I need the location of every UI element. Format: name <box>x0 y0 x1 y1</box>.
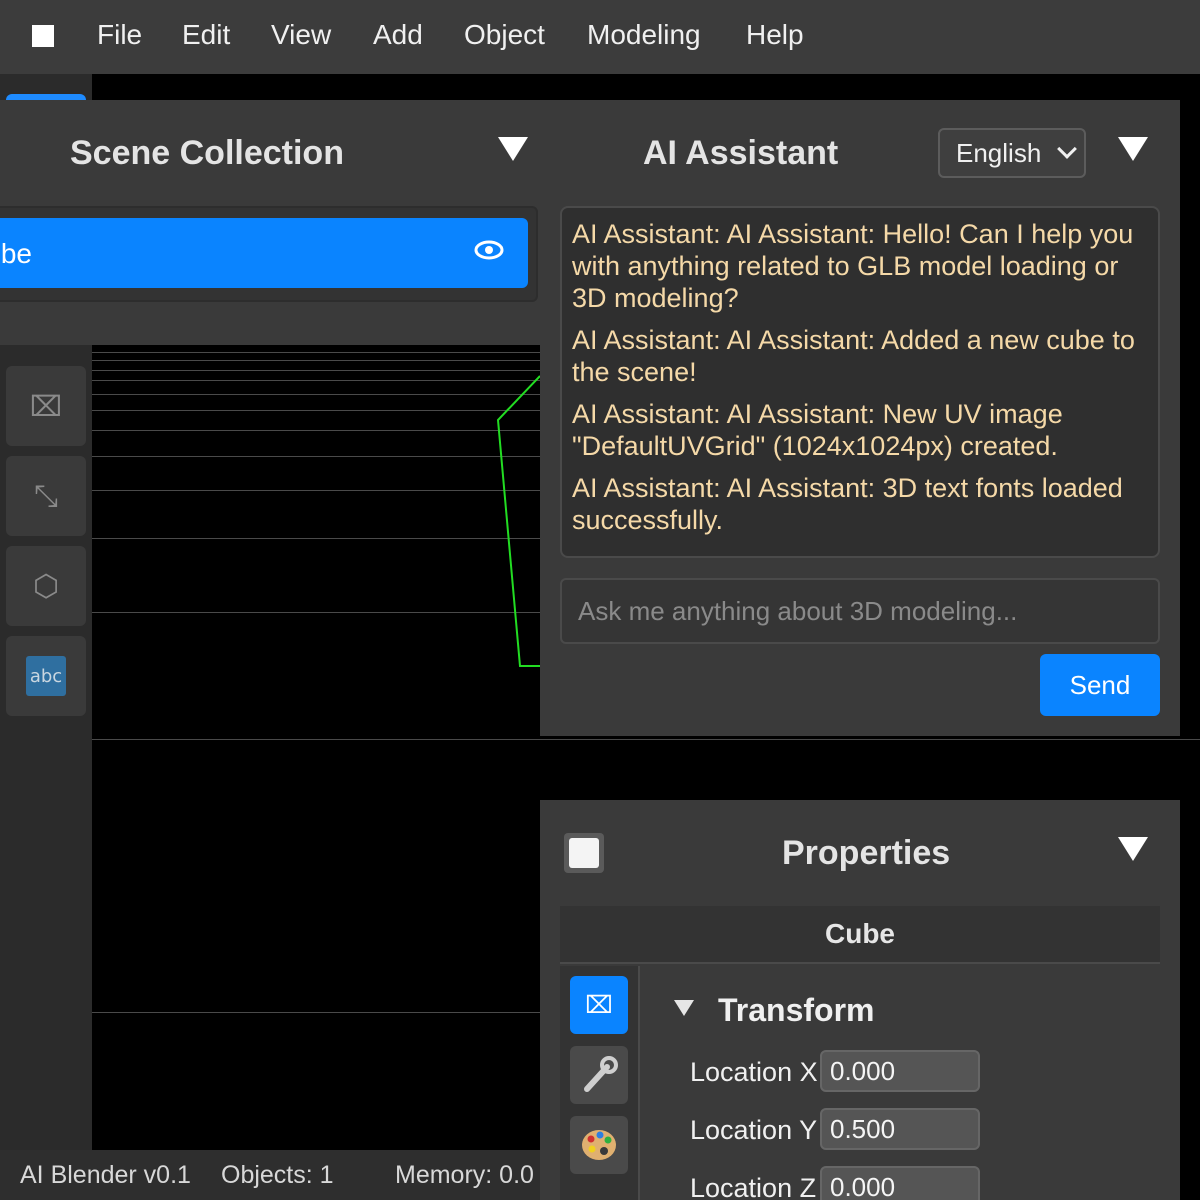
text-abc-icon: abc <box>26 656 66 696</box>
menu-object[interactable]: Object <box>464 19 545 51</box>
collapse-triangle-icon[interactable] <box>498 137 528 161</box>
transform-collapse-triangle-icon[interactable] <box>674 1000 694 1016</box>
location-x-label: Location X <box>690 1057 818 1087</box>
grid-line <box>92 1012 552 1013</box>
grid-line <box>92 430 552 431</box>
location-y-label: Location Y <box>690 1115 818 1145</box>
palette-icon <box>582 1130 616 1160</box>
object-count: Objects: 1 <box>221 1161 334 1189</box>
menu-help[interactable]: Help <box>746 19 804 51</box>
collapse-triangle-icon[interactable] <box>1118 137 1148 161</box>
move-icon: ⌧ <box>29 389 63 423</box>
location-y-field[interactable]: 0.500 <box>820 1108 980 1150</box>
grid-line <box>92 394 552 395</box>
grid-line <box>92 370 552 371</box>
tab-material[interactable] <box>570 1116 628 1174</box>
grid-line <box>92 456 552 457</box>
chat-input[interactable]: Ask me anything about 3D modeling... <box>560 578 1160 644</box>
status-bar: AI Blender v0.1 Objects: 1 Memory: 0.0 <box>0 1150 540 1200</box>
text-tool-button[interactable]: abc <box>6 636 86 716</box>
hexagon-icon: ⬡ <box>32 568 60 604</box>
scene-collection-title: Scene Collection <box>70 134 344 172</box>
ai-assistant-title: AI Assistant <box>643 134 839 172</box>
menu-add[interactable]: Add <box>373 19 423 51</box>
grid-line <box>92 612 552 613</box>
collapse-triangle-icon[interactable] <box>1118 837 1148 861</box>
transform-section-title: Transform <box>718 992 875 1028</box>
memory-usage: Memory: 0.0 <box>395 1161 534 1189</box>
properties-tabs: ⌧ <box>560 966 640 1200</box>
chat-input-placeholder: Ask me anything about 3D modeling... <box>578 595 1018 626</box>
grid-line <box>92 360 552 361</box>
language-value: English <box>956 137 1042 168</box>
object-name-header: Cube <box>560 906 1160 964</box>
language-select[interactable]: English <box>938 128 1086 178</box>
chat-log[interactable]: AI Assistant: AI Assistant: Hello! Can I… <box>560 206 1160 558</box>
ai-assistant-panel: AI Assistant English AI Assistant: AI As… <box>540 100 1180 736</box>
scene-collection-panel: Scene Collection Cube <box>0 100 560 345</box>
wrench-icon <box>584 1056 618 1092</box>
menu-view[interactable]: View <box>271 19 331 51</box>
grid-line <box>92 739 1200 740</box>
location-z-field[interactable]: 0.000 <box>820 1166 980 1200</box>
outliner-item-label: Cube <box>0 238 32 269</box>
outliner-item-cube[interactable]: Cube <box>0 218 528 288</box>
chat-message: AI Assistant: AI Assistant: New UV image… <box>572 399 1063 461</box>
menu-edit[interactable]: Edit <box>182 19 230 51</box>
chat-message: AI Assistant: AI Assistant: Added a new … <box>572 325 1135 387</box>
polygon-tool-button[interactable]: ⬡ <box>6 546 86 626</box>
menu-file[interactable]: File <box>97 19 142 51</box>
grid-line <box>92 490 552 491</box>
menu-modeling[interactable]: Modeling <box>587 19 701 51</box>
eye-icon[interactable] <box>474 240 504 260</box>
chat-message: AI Assistant: AI Assistant: Hello! Can I… <box>572 219 1134 313</box>
object-checkbox[interactable] <box>564 833 604 873</box>
chat-message: AI Assistant: AI Assistant: 3D text font… <box>572 473 1123 535</box>
scale-icon: ⤡ <box>34 478 58 514</box>
tab-object-transform[interactable]: ⌧ <box>570 976 628 1034</box>
location-z-label: Location Z <box>690 1173 817 1200</box>
properties-title: Properties <box>782 834 951 872</box>
scene-outliner: Cube <box>0 206 538 302</box>
scale-tool-button[interactable]: ⤡ <box>6 456 86 536</box>
grid-line <box>92 380 552 381</box>
grid-line <box>92 410 552 411</box>
app-logo-icon[interactable] <box>32 25 54 47</box>
tab-modifiers[interactable] <box>570 1046 628 1104</box>
send-button[interactable]: Send <box>1040 654 1160 716</box>
grid-line <box>92 352 552 353</box>
checkbox-box-icon <box>569 838 599 868</box>
app-version: AI Blender v0.1 <box>20 1161 191 1189</box>
chevron-down-icon <box>1057 139 1077 159</box>
menu-bar: File Edit View Add Object Modeling Help <box>0 0 1200 74</box>
properties-panel: Properties Cube ⌧ Transform Location X 0… <box>540 800 1180 1200</box>
transform-icon: ⌧ <box>585 991 613 1019</box>
grid-line <box>92 538 552 539</box>
location-x-field[interactable]: 0.000 <box>820 1050 980 1092</box>
move-tool-button[interactable]: ⌧ <box>6 366 86 446</box>
